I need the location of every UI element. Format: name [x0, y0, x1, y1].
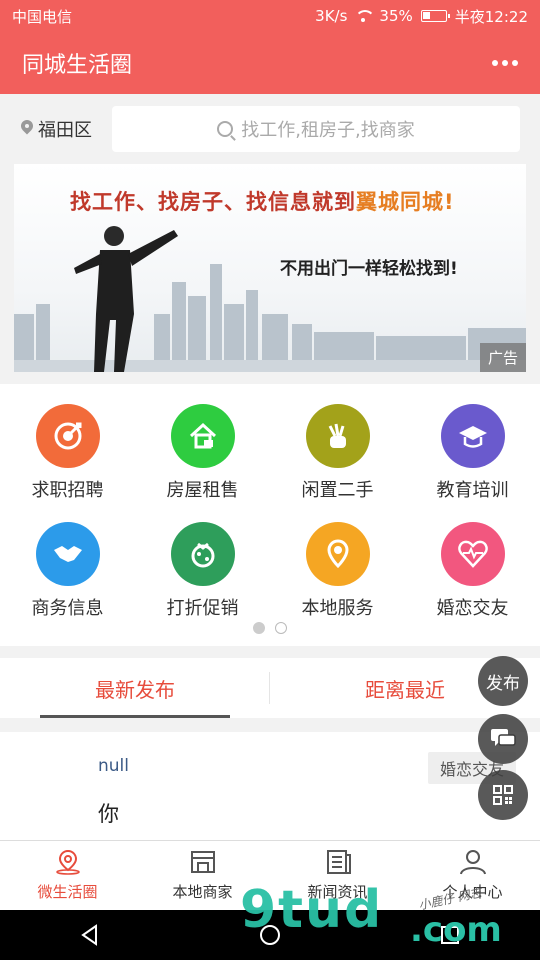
chat-icon	[491, 729, 516, 746]
status-bar: 中国电信 3K/s 35% 半夜12:22	[0, 0, 540, 32]
tab-nearest-label: 距离最近	[365, 677, 445, 702]
chat-button[interactable]	[478, 714, 528, 764]
back-icon[interactable]	[78, 923, 102, 947]
person-icon	[459, 850, 486, 875]
banner-brand: 翼城同城!	[356, 190, 455, 214]
qrcode-button[interactable]	[478, 770, 528, 820]
banner-headline-text: 找工作、找房子、找信息就到	[70, 190, 356, 214]
watermark-domain: .com	[410, 910, 502, 950]
graduation-cap-icon	[440, 404, 505, 468]
app-header: 同城生活圈	[0, 32, 540, 94]
location-icon	[55, 849, 80, 875]
news-icon	[326, 850, 351, 874]
category-grid: 求职招聘 房屋租售 闲置二手 教育培训商务信息 打折促销 本地服务 婚恋交友	[0, 404, 540, 620]
banner-headline: 找工作、找房子、找信息就到翼城同城!	[70, 186, 455, 216]
post-text: 你	[98, 802, 119, 826]
publish-label: 发布	[486, 673, 520, 694]
network-speed: 3K/s	[315, 7, 348, 25]
qrcode-icon	[493, 785, 513, 805]
search-icon	[217, 121, 234, 137]
category-item[interactable]: 婚恋交友	[405, 522, 540, 620]
nav-label: 本地商家	[172, 883, 233, 901]
category-panel: 求职招聘 房屋租售 闲置二手 教育培训商务信息 打折促销 本地服务 婚恋交友	[0, 384, 540, 646]
pager-dots	[0, 622, 540, 634]
publish-button[interactable]: 发布	[478, 656, 528, 706]
tab-latest-label: 最新发布	[95, 677, 175, 702]
hand-icon	[305, 404, 370, 468]
nav-label: 微生活圈	[37, 883, 98, 901]
wifi-icon	[355, 10, 376, 22]
discount-bag-icon	[170, 522, 235, 586]
clock: 半夜12:22	[454, 7, 528, 26]
search-row: 福田区 找工作,租房子,找商家	[0, 94, 540, 164]
post-user[interactable]: null	[98, 756, 129, 776]
page-title: 同城生活圈	[22, 53, 133, 78]
watermark-logo: 9tud	[240, 880, 384, 940]
more-dots-icon[interactable]	[492, 60, 518, 66]
house-icon	[170, 404, 235, 468]
tab-latest[interactable]: 最新发布	[0, 658, 270, 718]
search-input[interactable]: 找工作,租房子,找商家	[112, 106, 520, 152]
category-label: 本地服务	[301, 598, 374, 619]
ad-badge: 广告	[479, 343, 526, 372]
category-item[interactable]: 打折促销	[135, 522, 270, 620]
category-label: 闲置二手	[301, 480, 374, 501]
location-pin-icon	[305, 522, 370, 586]
store-icon	[190, 851, 215, 873]
carrier-text: 中国电信	[12, 7, 73, 26]
list-item[interactable]: null 婚恋交友 你	[0, 732, 540, 840]
handshake-icon	[35, 522, 100, 586]
category-label: 打折促销	[166, 598, 239, 619]
target-icon	[35, 404, 100, 468]
category-item[interactable]: 商务信息	[0, 522, 135, 620]
banner-subline: 不用出门一样轻松找到!	[280, 259, 458, 279]
heart-pulse-icon	[440, 522, 505, 586]
feed-tabs: 最新发布 距离最近	[0, 658, 540, 718]
category-item[interactable]: 本地服务	[270, 522, 405, 620]
location-label: 福田区	[38, 120, 92, 141]
category-label: 婚恋交友	[436, 598, 509, 619]
battery-icon	[420, 10, 450, 22]
category-label: 教育培训	[436, 480, 509, 501]
ad-banner[interactable]: 找工作、找房子、找信息就到翼城同城! 不用出门一样轻松找到! 广告	[14, 164, 526, 372]
category-label: 求职招聘	[31, 480, 104, 501]
status-right: 3K/s 35% 半夜12:22	[315, 6, 528, 27]
businessman-image	[74, 226, 178, 372]
pager-dot-active[interactable]	[253, 622, 265, 634]
category-item[interactable]: 求职招聘	[0, 404, 135, 502]
search-placeholder: 找工作,租房子,找商家	[241, 120, 415, 141]
nav-item-life-circle[interactable]: 微生活圈	[0, 841, 135, 910]
category-item[interactable]: 房屋租售	[135, 404, 270, 502]
pager-dot[interactable]	[275, 622, 287, 634]
location-selector[interactable]: 福田区	[20, 116, 112, 142]
location-pin-icon	[20, 120, 34, 138]
battery-percent: 35%	[379, 7, 413, 25]
category-label: 商务信息	[31, 598, 104, 619]
category-item[interactable]: 教育培训	[405, 404, 540, 502]
category-label: 房屋租售	[166, 480, 239, 501]
category-item[interactable]: 闲置二手	[270, 404, 405, 502]
